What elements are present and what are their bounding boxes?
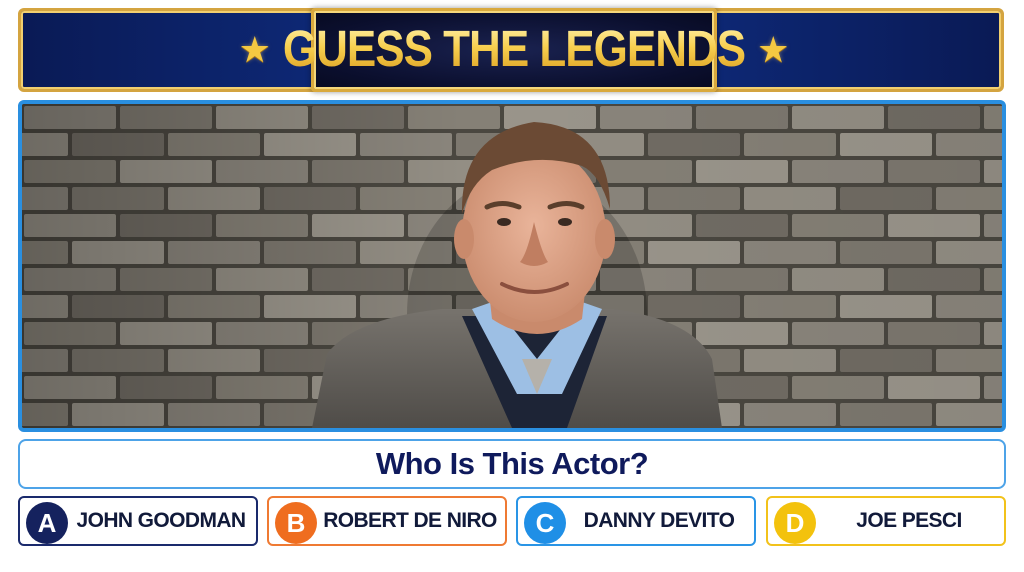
header-banner: ★ GUESS THE LEGENDS ★ xyxy=(18,8,1004,92)
answer-letter-badge: A xyxy=(26,502,68,544)
answer-option-b[interactable]: B ROBERT DE NIRO xyxy=(267,496,507,546)
answer-label: DANNY DEVITO xyxy=(583,509,735,532)
answer-label: JOHN GOODMAN xyxy=(76,509,247,532)
question-bar: Who Is This Actor? xyxy=(18,439,1006,489)
answer-label: JOE PESCI xyxy=(856,509,962,532)
answer-option-d[interactable]: D JOE PESCI xyxy=(766,496,1006,546)
answer-option-c[interactable]: C DANNY DEVITO xyxy=(516,496,756,546)
star-icon: ★ xyxy=(757,29,790,70)
answer-letter-badge: C xyxy=(524,502,566,544)
answer-options: A JOHN GOODMAN B ROBERT DE NIRO C DANNY … xyxy=(18,496,1006,546)
answer-letter-badge: D xyxy=(774,502,816,544)
actor-photo xyxy=(18,100,1006,432)
game-title: GUESS THE LEGENDS xyxy=(282,21,746,78)
answer-letter-badge: B xyxy=(275,502,317,544)
star-icon: ★ xyxy=(238,29,271,70)
question-text: Who Is This Actor? xyxy=(375,446,649,481)
answer-option-a[interactable]: A JOHN GOODMAN xyxy=(18,496,258,546)
answer-label: ROBERT DE NIRO xyxy=(323,509,497,532)
actor-photo-image xyxy=(22,104,1002,428)
title-plate: ★ GUESS THE LEGENDS ★ xyxy=(239,8,789,92)
quiz-screen: ★ GUESS THE LEGENDS ★ Who Is This Actor?… xyxy=(0,0,1024,572)
